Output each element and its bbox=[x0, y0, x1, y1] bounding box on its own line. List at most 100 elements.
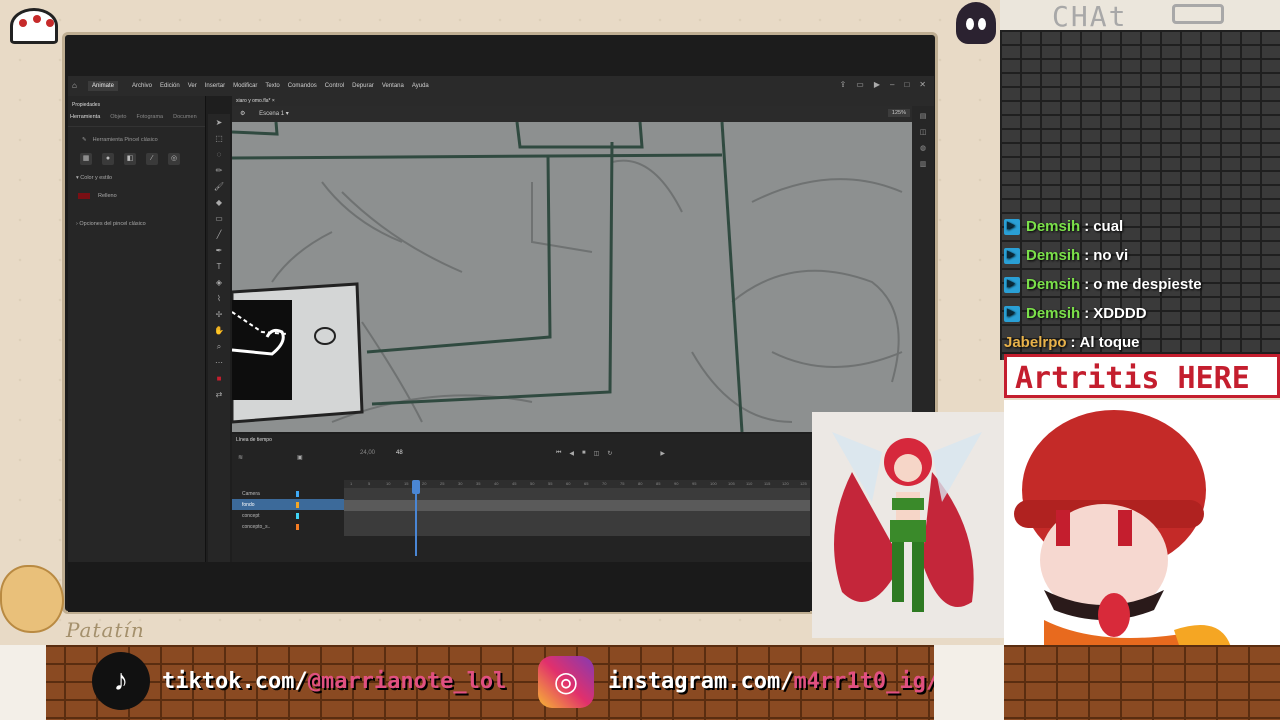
rectangle-tool-icon[interactable]: ▭ bbox=[215, 214, 223, 223]
ruler-tick: 75 bbox=[620, 481, 625, 486]
layer-row[interactable]: concepto_s.. bbox=[232, 521, 344, 532]
ruler-tick: 125 bbox=[800, 481, 807, 486]
menu-ayuda[interactable]: Ayuda bbox=[412, 83, 429, 89]
menu-depurar[interactable]: Depurar bbox=[352, 83, 374, 89]
menu-ventana[interactable]: Ventana bbox=[382, 83, 404, 89]
ruler-tick: 105 bbox=[728, 481, 735, 486]
menu-ver[interactable]: Ver bbox=[188, 83, 197, 89]
stroke-fill-color-icon[interactable]: ■ bbox=[217, 374, 222, 383]
subselection-tool-icon[interactable]: ⬚ bbox=[215, 134, 223, 143]
bone-tool-icon[interactable]: ✢ bbox=[216, 310, 223, 319]
close-icon[interactable]: ✕ bbox=[919, 80, 926, 89]
section-brush-options[interactable]: › Opciones del pincel clásico bbox=[68, 215, 205, 233]
test-movie-icon[interactable]: ▶ bbox=[874, 80, 880, 89]
panel-title: Propiedades bbox=[72, 102, 101, 108]
frame-display[interactable]: 48 bbox=[396, 450, 403, 456]
playhead[interactable] bbox=[412, 480, 420, 556]
fill-swatch[interactable] bbox=[78, 193, 90, 199]
minimize-icon[interactable]: – bbox=[890, 80, 894, 89]
library-icon[interactable]: ▤ bbox=[920, 112, 927, 120]
paint-inside-icon[interactable]: ◎ bbox=[168, 153, 180, 165]
close-tab-icon[interactable]: × bbox=[272, 98, 275, 104]
layout-icon[interactable]: ▭ bbox=[856, 80, 864, 89]
prime-badge-icon bbox=[1004, 305, 1020, 322]
pen-tool-icon[interactable]: ✒ bbox=[216, 246, 223, 255]
line-tool-icon[interactable]: ╱ bbox=[217, 230, 222, 239]
section-options-label: Opciones del pincel clásico bbox=[79, 221, 146, 227]
chat-title: CHAt bbox=[1052, 0, 1128, 33]
paint-selection-icon[interactable]: ⁄ bbox=[146, 153, 158, 165]
paint-fills-icon[interactable]: ● bbox=[102, 153, 114, 165]
layer-list: Camera fondo concept concepto_s.. bbox=[232, 488, 344, 532]
tab-herramienta[interactable]: Herramienta bbox=[70, 114, 100, 120]
tool-label: ✎ Herramienta Pincel clásico bbox=[68, 127, 205, 149]
layer-row[interactable]: concept bbox=[232, 510, 344, 521]
layer-row[interactable]: Camera bbox=[232, 488, 344, 499]
first-frame-icon[interactable]: ⏮ bbox=[556, 450, 561, 457]
play-icon[interactable]: ▶ bbox=[660, 450, 665, 457]
menu-insertar[interactable]: Insertar bbox=[205, 83, 225, 89]
swap-colors-icon[interactable]: ⇄ bbox=[216, 390, 223, 399]
canvas-stage[interactable] bbox=[232, 122, 912, 432]
tab-fotograma[interactable]: Fotograma bbox=[136, 114, 163, 120]
paint-behind-icon[interactable]: ◧ bbox=[124, 153, 136, 165]
pencil-tool-icon[interactable]: ✏ bbox=[216, 166, 223, 175]
ruler-tick: 60 bbox=[566, 481, 571, 486]
prev-frame-icon[interactable]: ◀ bbox=[569, 450, 574, 457]
menu-control[interactable]: Control bbox=[325, 83, 344, 89]
menu-edicion[interactable]: Edición bbox=[160, 83, 180, 89]
sketch-drawing bbox=[232, 122, 912, 432]
tiktok-link: tiktok.com/@marrianote_lol bbox=[162, 669, 506, 694]
selection-tool-icon[interactable]: ➤ bbox=[216, 118, 223, 127]
tab-documento[interactable]: Documen bbox=[173, 114, 197, 120]
layer-row[interactable]: fondo bbox=[232, 499, 344, 510]
chat-message: Demsih : XDDDD bbox=[1004, 299, 1280, 328]
text-tool-icon[interactable]: T bbox=[217, 262, 222, 271]
zoom-dropdown[interactable]: 125% bbox=[887, 109, 910, 117]
home-icon[interactable]: ⌂ bbox=[72, 81, 82, 91]
signature: Patatín bbox=[66, 618, 145, 642]
layers-icon[interactable]: ≋ bbox=[238, 454, 243, 461]
instagram-link: instagram.com/m4rr1t0_ig/ bbox=[608, 669, 939, 694]
paint-normal-icon[interactable]: ▦ bbox=[80, 153, 92, 165]
menu-comandos[interactable]: Comandos bbox=[288, 83, 317, 89]
ruler-tick: 80 bbox=[638, 481, 643, 486]
mushroom-icon bbox=[10, 8, 58, 44]
loop-icon[interactable]: ↻ bbox=[607, 450, 612, 457]
chat-username: Demsih bbox=[1026, 276, 1081, 293]
maximize-icon[interactable]: □ bbox=[904, 80, 909, 89]
scene-selector[interactable]: Escena 1 bbox=[259, 111, 284, 117]
color-icon[interactable]: ◍ bbox=[920, 144, 926, 152]
menu-bar: ⌂ Animate Archivo Edición Ver Insertar M… bbox=[68, 76, 934, 96]
brush-tool-icon[interactable]: 🖌 bbox=[214, 182, 224, 191]
more-tools-icon[interactable]: ⋯ bbox=[215, 358, 223, 367]
menu-archivo[interactable]: Archivo bbox=[132, 83, 152, 89]
lasso-tool-icon[interactable]: ◌ bbox=[217, 150, 222, 159]
menu-modificar[interactable]: Modificar bbox=[233, 83, 257, 89]
fps-display[interactable]: 24,00 bbox=[360, 450, 375, 456]
align-icon[interactable]: ▥ bbox=[920, 160, 927, 168]
camera-icon[interactable]: ▣ bbox=[297, 454, 303, 461]
ruler-tick: 90 bbox=[674, 481, 679, 486]
animate-window: ⌂ Animate Archivo Edición Ver Insertar M… bbox=[68, 76, 934, 562]
onion-skin-icon[interactable]: ◫ bbox=[594, 450, 600, 457]
menu-texto[interactable]: Texto bbox=[265, 83, 279, 89]
layer-color bbox=[296, 524, 299, 530]
eyedropper-tool-icon[interactable]: ⌇ bbox=[217, 294, 221, 303]
properties-icon[interactable]: ◫ bbox=[920, 128, 927, 136]
bucket-tool-icon[interactable]: ◈ bbox=[216, 278, 222, 287]
section-color-style[interactable]: ▾ Color y estilo bbox=[68, 169, 205, 187]
document-tab[interactable]: xiaro y omo.fla* bbox=[236, 98, 270, 104]
zoom-tool-icon[interactable]: ⌕ bbox=[217, 342, 221, 351]
stop-icon[interactable]: ■ bbox=[582, 450, 586, 457]
brush-mode-icons: ▦ ● ◧ ⁄ ◎ bbox=[68, 149, 205, 169]
chat-message: Demsih : cual bbox=[1004, 212, 1280, 241]
frames-grid[interactable]: 1 5 10 15 20 25 30 35 40 45 50 55 60 65 70 75 80 85 90 95 10… bbox=[344, 480, 810, 556]
chat-message: Jabelrpo : Al toque bbox=[1004, 334, 1140, 351]
eraser-tool-icon[interactable]: ◆ bbox=[216, 198, 222, 207]
ruler-tick: 95 bbox=[692, 481, 697, 486]
properties-tabs: Herramienta Objeto Fotograma Documen bbox=[68, 108, 205, 127]
tab-objeto[interactable]: Objeto bbox=[110, 114, 126, 120]
hand-tool-icon[interactable]: ✋ bbox=[214, 326, 224, 335]
share-icon[interactable]: ⇪ bbox=[840, 80, 847, 89]
